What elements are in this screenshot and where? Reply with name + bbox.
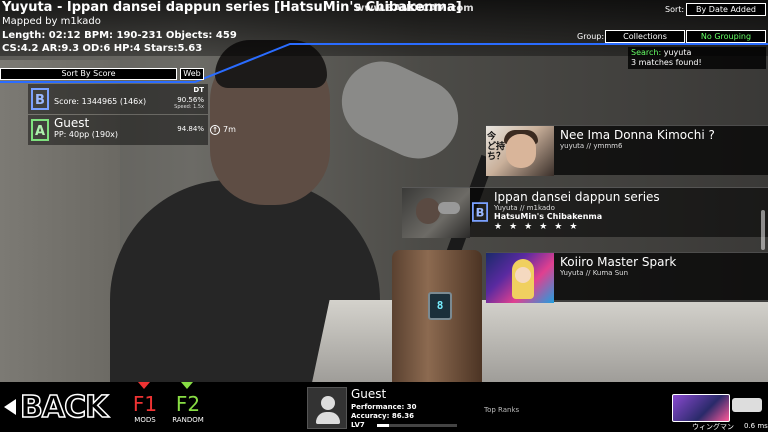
thumbnail-mic: [438, 202, 460, 214]
character-name: ウィングマン: [692, 423, 734, 431]
score-accuracy: 90.56%: [177, 96, 204, 104]
svg-text:A: A: [35, 124, 45, 139]
song-panel[interactable]: Koiiro Master Spark Yuyuta // Kuma Sun: [486, 252, 768, 303]
difficulty-stats: CS:4.2 AR:9.3 OD:6 HP:4 Stars:5.63: [2, 43, 203, 54]
bandicam-watermark: www.BANDICAM.com: [355, 3, 474, 14]
group-label: Group:: [577, 32, 605, 41]
search-label: Search:: [631, 48, 662, 57]
score-pp: PP: 40pp (190x): [54, 130, 119, 139]
user-level: LV7: [351, 421, 365, 429]
song-info: Koiiro Master Spark Yuyuta // Kuma Sun: [560, 255, 676, 277]
triangle-marker-icon: [138, 382, 150, 389]
song-thumbnail: [402, 188, 470, 238]
group-dropdown[interactable]: No Grouping: [686, 30, 766, 43]
svg-text:B: B: [476, 205, 485, 219]
sort-by-score-button[interactable]: Sort By Score: [0, 68, 177, 80]
level-progress-bar: [377, 424, 457, 427]
score-time: ↑ 7m: [210, 125, 236, 135]
user-silhouette-icon: [321, 396, 335, 410]
weapon-display: 8: [428, 292, 452, 320]
user-performance: Performance: 30: [351, 403, 417, 411]
mods-button[interactable]: F1 MODS: [123, 382, 167, 432]
search-query: yuyuta: [663, 48, 692, 57]
grade-a-icon: A: [31, 119, 49, 141]
score-entry[interactable]: A Guest PP: 40pp (190x) 94.84%: [28, 115, 208, 145]
back-button[interactable]: BACK: [0, 382, 120, 432]
sort-dropdown[interactable]: By Date Added: [686, 3, 766, 16]
weapon-icon: [732, 398, 762, 412]
star-rating: ★★★★★★: [494, 222, 585, 232]
thumbnail-face: [515, 267, 531, 283]
score-speed: Speed: 1.5x: [174, 104, 204, 110]
thumbnail-figure: [416, 198, 440, 224]
song-thumbnail: [486, 253, 554, 303]
user-name: Guest: [351, 387, 387, 401]
song-title: Koiiro Master Spark: [560, 255, 677, 269]
search-query-line: Search: yuyuta: [631, 48, 691, 57]
grade-b-icon: B: [31, 88, 49, 110]
time-ago: 7m: [223, 125, 236, 134]
song-panel[interactable]: 今 ど持ち？ Nee Ima Donna Kimochi ? yuyuta //…: [486, 125, 768, 176]
thumbnail-face: [506, 134, 536, 168]
song-artist: Yuyuta // Kuma Sun: [560, 269, 629, 277]
score-mods: DT: [193, 86, 204, 94]
sort-label: Sort:: [665, 5, 685, 14]
random-button[interactable]: F2 RANDOM: [166, 382, 210, 432]
web-button[interactable]: Web: [180, 68, 204, 80]
piano-keys: [310, 300, 768, 390]
f1-key-label: F1: [132, 392, 158, 416]
character-portrait: [672, 394, 730, 422]
scrollbar-thumb[interactable]: [761, 210, 765, 250]
mapper-label: Mapped by m1kado: [2, 16, 101, 27]
user-panel[interactable]: Guest Performance: 30 Accuracy: 86.36 LV…: [307, 387, 467, 431]
avatar: [307, 387, 347, 429]
back-label: BACK: [19, 389, 109, 426]
mods-label: MODS: [134, 416, 156, 424]
length-bpm-objects: Length: 02:12 BPM: 190-231 Objects: 459: [2, 30, 237, 41]
song-thumbnail: 今 ど持ち？: [486, 126, 554, 176]
song-artist: Yuyuta // m1kado: [494, 204, 555, 212]
song-info: Ippan dansei dappun series Yuyuta // m1k…: [494, 190, 660, 232]
score-value: Score: 1344965 (146x): [54, 97, 147, 106]
search-matches: 3 matches found!: [631, 58, 702, 67]
user-accuracy: Accuracy: 86.36: [351, 412, 414, 420]
song-title: Nee Ima Donna Kimochi ?: [560, 128, 715, 142]
grade-b-icon: B: [472, 202, 488, 222]
selected-song-panel[interactable]: B Ippan dansei dappun series Yuyuta // m…: [402, 187, 768, 238]
score-entry[interactable]: B Score: 1344965 (146x) DT 90.56% Speed:…: [28, 84, 208, 114]
song-info: Nee Ima Donna Kimochi ? yuyuta // ymmm6: [560, 128, 715, 150]
player-name: Guest: [54, 116, 90, 130]
level-progress-fill: [377, 424, 389, 427]
collections-button[interactable]: Collections: [605, 30, 685, 43]
score-accuracy: 94.84%: [177, 125, 204, 133]
thumbnail-text: 今 ど持ち？: [487, 132, 506, 162]
song-list-scrollbar[interactable]: [760, 70, 766, 370]
leaderboard-controls: Sort By Score Web: [0, 68, 205, 80]
latency-readout: 0.6 ms: [744, 422, 768, 430]
search-panel[interactable]: Search: yuyuta 3 matches found!: [628, 47, 766, 69]
top-ranks-label: Top Ranks: [484, 406, 520, 414]
game-overlay-hud: ウィングマン 0.6 ms: [672, 392, 768, 432]
user-silhouette-body: [316, 412, 340, 424]
f2-key-label: F2: [175, 392, 201, 416]
arrow-up-icon: ↑: [210, 125, 220, 135]
song-artist: yuyuta // ymmm6: [560, 142, 623, 150]
back-arrow-icon: [4, 399, 16, 415]
song-difficulty: HatsuMin's Chibakenma: [494, 212, 603, 221]
svg-text:B: B: [35, 93, 45, 108]
song-title: Ippan dansei dappun series: [494, 190, 660, 204]
triangle-marker-icon: [181, 382, 193, 389]
random-label: RANDOM: [172, 416, 204, 424]
